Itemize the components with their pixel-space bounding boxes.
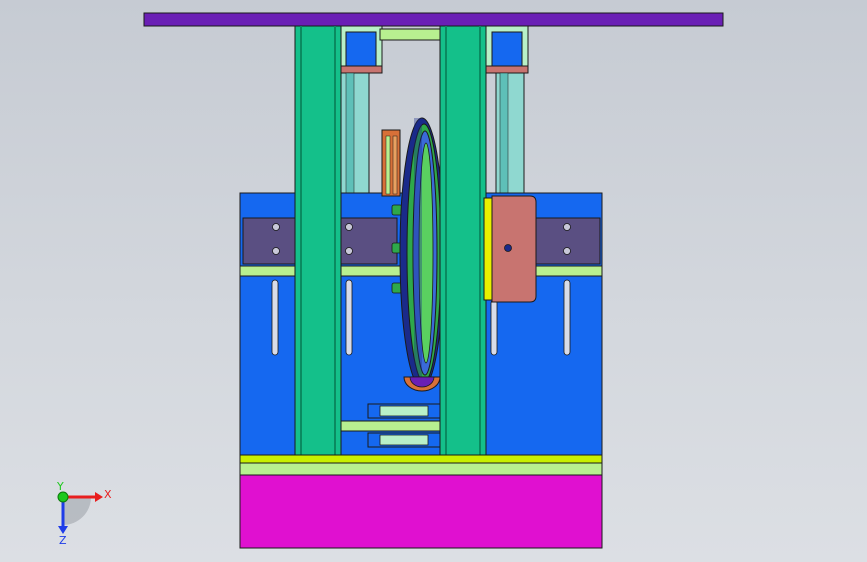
column-right (439, 25, 487, 464)
x-axis-arrow (95, 492, 103, 502)
pulley-wheel (399, 117, 445, 389)
side-bracket (483, 195, 537, 303)
z-axis-label: Z (59, 534, 67, 547)
guide-rod-left (340, 72, 370, 196)
lower-tube-upper (367, 403, 441, 419)
base-block (239, 474, 603, 549)
top-cross-bar (379, 28, 443, 41)
guide-rod-right (495, 72, 525, 196)
y-axis-dot (57, 491, 69, 503)
axis-triad: X Y Z (56, 480, 112, 547)
cad-viewport[interactable]: X Y Z (0, 0, 867, 562)
lower-tube-lower (367, 432, 441, 448)
lower-cross-bar (337, 420, 443, 432)
column-left (294, 25, 342, 464)
cad-model-drawing[interactable]: X Y Z (0, 0, 867, 562)
y-axis-label: Y (56, 480, 64, 493)
base-strip-upper (239, 454, 603, 464)
base-strip-lower (239, 462, 603, 476)
z-axis-arrow (58, 526, 68, 534)
belt-segment (381, 129, 401, 197)
x-axis-label: X (104, 488, 112, 501)
top-beam (143, 12, 724, 27)
upper-tube-right (485, 25, 529, 74)
upper-tube-left (339, 25, 383, 74)
